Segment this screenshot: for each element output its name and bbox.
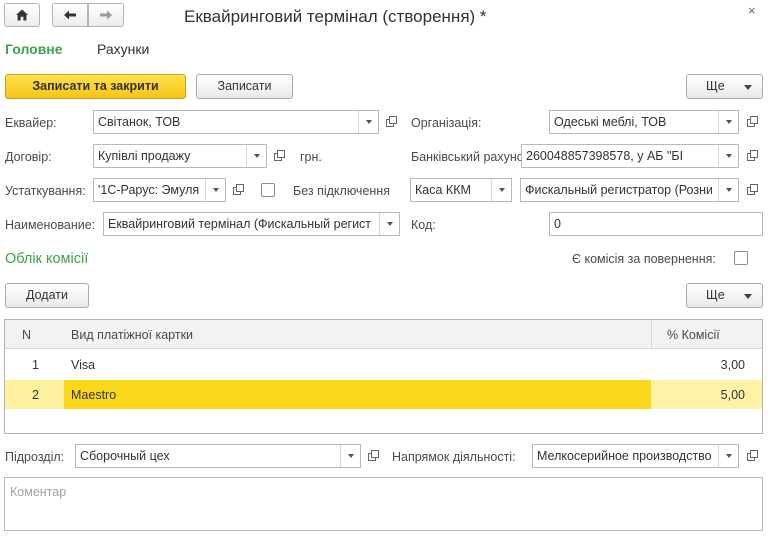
commission-section-title: Облік комісії	[5, 251, 89, 267]
column-card-type[interactable]: Вид платіжної картки	[71, 328, 193, 342]
code-field[interactable]: 0	[549, 212, 763, 236]
fiscal-register-field[interactable]: Фискальный регистратор (Розни	[520, 178, 739, 202]
code-value: 0	[554, 217, 561, 231]
equipment-label: Устаткування:	[5, 184, 86, 198]
row-card-type: Visa	[71, 358, 96, 372]
window-title: Еквайринговий термінал (створення) *	[184, 7, 487, 26]
comment-field[interactable]: Коментар	[4, 477, 763, 531]
no-connection-checkbox[interactable]	[261, 183, 275, 197]
chevron-down-icon[interactable]	[718, 179, 738, 201]
row-number: 1	[32, 358, 39, 372]
row-number: 2	[32, 388, 39, 402]
chevron-down-icon[interactable]	[358, 111, 378, 133]
add-button[interactable]: Додати	[5, 283, 89, 308]
cash-register-value: Каса ККМ	[415, 183, 471, 197]
cash-register-field[interactable]: Каса ККМ	[410, 178, 512, 202]
column-percent[interactable]: % Комісії	[667, 328, 720, 342]
open-icon[interactable]	[362, 444, 382, 468]
open-icon[interactable]	[741, 144, 761, 168]
close-icon[interactable]: ×	[748, 3, 756, 18]
open-icon[interactable]	[741, 444, 761, 468]
table-more-button[interactable]: Ще	[686, 283, 763, 308]
chevron-down-icon	[744, 294, 752, 299]
row-percent: 5,00	[720, 388, 745, 402]
open-icon[interactable]	[380, 110, 400, 134]
contract-value: Купівлі продажу	[98, 149, 191, 163]
comment-placeholder: Коментар	[10, 485, 67, 499]
bank-account-field[interactable]: 260048857398578, у АБ "БІ	[521, 144, 739, 168]
acquirer-field[interactable]: Світанок, ТОВ	[93, 110, 379, 134]
more-label: Ще	[706, 79, 725, 93]
activity-label: Напрямок діяльності:	[392, 450, 516, 464]
activity-field[interactable]: Мелкосерийное производство	[532, 444, 739, 468]
chevron-down-icon	[744, 85, 752, 90]
name-label: Наименование:	[5, 218, 96, 232]
refund-commission-checkbox[interactable]	[734, 251, 748, 265]
division-value: Сборочный цех	[80, 449, 170, 463]
tab-main[interactable]: Головне	[5, 41, 63, 57]
tab-accounts[interactable]: Рахунки	[97, 41, 149, 57]
table-header: N Вид платіжної картки % Комісії	[5, 320, 762, 349]
open-icon[interactable]	[227, 178, 247, 202]
organization-label: Організація:	[411, 116, 482, 130]
chevron-down-icon[interactable]	[379, 213, 399, 235]
division-field[interactable]: Сборочный цех	[75, 444, 361, 468]
bank-account-value: 260048857398578, у АБ "БІ	[526, 149, 684, 163]
name-field[interactable]: Еквайринговий термінал (Фискальный регис…	[103, 212, 400, 236]
open-icon[interactable]	[268, 144, 288, 168]
row-percent: 3,00	[720, 358, 745, 372]
refund-commission-label: Є комісія за повернення:	[572, 252, 716, 266]
column-n[interactable]: N	[22, 328, 31, 342]
home-button[interactable]	[4, 3, 40, 27]
activity-value: Мелкосерийное производство	[537, 449, 712, 463]
row-card-type: Maestro	[71, 388, 117, 402]
more-button[interactable]: Ще	[686, 74, 763, 99]
forward-button[interactable]	[88, 3, 124, 27]
division-label: Підрозділ:	[5, 450, 65, 464]
fiscal-register-value: Фискальный регистратор (Розни	[525, 183, 712, 197]
equipment-value: '1С-Рарус: Эмуля	[98, 183, 199, 197]
save-and-close-button[interactable]: Записати та закрити	[5, 74, 186, 99]
open-icon[interactable]	[741, 110, 761, 134]
home-icon	[16, 9, 28, 21]
chevron-down-icon[interactable]	[718, 111, 738, 133]
equipment-field[interactable]: '1С-Рарус: Эмуля	[93, 178, 226, 202]
currency-label: грн.	[300, 150, 322, 164]
contract-field[interactable]: Купівлі продажу	[93, 144, 267, 168]
contract-label: Договір:	[5, 150, 52, 164]
table-row-selected[interactable]: 2 Maestro 5,00	[5, 380, 762, 409]
organization-value: Одеські меблі, ТОВ	[554, 115, 667, 129]
chevron-down-icon[interactable]	[718, 445, 738, 467]
name-value: Еквайринговий термінал (Фискальный регис…	[108, 217, 372, 231]
organization-field[interactable]: Одеські меблі, ТОВ	[549, 110, 739, 134]
table-row[interactable]: 1 Visa 3,00	[5, 350, 762, 379]
save-button[interactable]: Записати	[196, 74, 293, 99]
code-label: Код:	[411, 218, 436, 232]
back-button[interactable]	[52, 3, 88, 27]
chevron-down-icon[interactable]	[246, 145, 266, 167]
chevron-down-icon[interactable]	[205, 179, 225, 201]
commission-table: N Вид платіжної картки % Комісії 1 Visa …	[4, 319, 763, 434]
open-icon[interactable]	[741, 178, 761, 202]
chevron-down-icon[interactable]	[340, 445, 360, 467]
acquirer-value: Світанок, ТОВ	[98, 115, 181, 129]
bank-account-label: Банківський рахунок:	[411, 150, 533, 164]
arrow-right-icon	[100, 10, 112, 20]
acquirer-label: Еквайер:	[5, 116, 57, 130]
chevron-down-icon[interactable]	[718, 145, 738, 167]
arrow-left-icon	[64, 10, 76, 20]
chevron-down-icon[interactable]	[491, 179, 511, 201]
more-label: Ще	[706, 288, 725, 302]
no-connection-label: Без підключення	[293, 184, 390, 198]
